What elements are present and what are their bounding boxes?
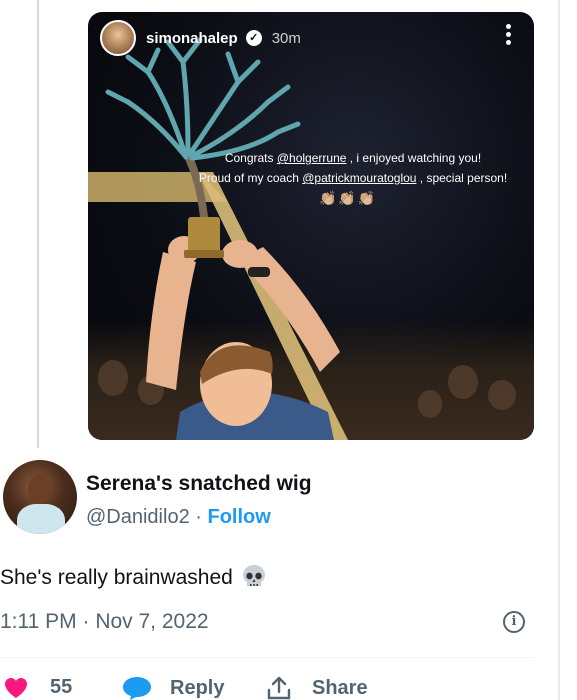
follow-button[interactable]: Follow xyxy=(207,506,270,528)
user-handle[interactable]: @Danidilo2 xyxy=(86,506,190,528)
thread-connector-line xyxy=(37,0,39,448)
mention-holgerrune: @holgerrune xyxy=(276,151,347,165)
trophy-and-player-illustration xyxy=(88,37,348,440)
story-caption: Congrats @holgerrune , i enjoyed watchin… xyxy=(198,151,508,185)
story-avatar[interactable] xyxy=(100,20,136,56)
share-icon xyxy=(267,676,291,700)
reply-label: Reply xyxy=(170,676,225,699)
handle-row: @Danidilo2 · Follow xyxy=(86,506,271,528)
like-count: 55 xyxy=(50,676,73,698)
story-image[interactable]: simonahalep ✓ 30m Congrats @holgerrune ,… xyxy=(88,12,534,440)
story-time: 30m xyxy=(271,29,301,47)
clapping-hands-emoji: 👏🏼👏🏼👏🏼 xyxy=(319,190,378,206)
reply-button[interactable]: Reply xyxy=(122,676,224,700)
column-border xyxy=(558,0,560,700)
tweet-text: She's really brainwashed xyxy=(0,564,267,590)
heart-icon xyxy=(5,677,27,698)
mention-patrickmouratoglou: @patrickmouratoglou xyxy=(302,171,417,185)
more-options-icon[interactable] xyxy=(506,24,512,50)
info-icon[interactable]: i xyxy=(503,611,525,633)
reply-bubble-icon xyxy=(123,677,151,700)
story-header: simonahalep ✓ 30m xyxy=(100,20,301,56)
story-username[interactable]: simonahalep xyxy=(146,30,238,47)
tweet-timestamp[interactable]: 1:11 PM · Nov 7, 2022 xyxy=(0,610,209,634)
share-button[interactable]: Share xyxy=(266,676,368,700)
share-label: Share xyxy=(312,676,368,699)
skull-emoji-icon xyxy=(242,565,265,586)
divider xyxy=(0,657,534,658)
verified-badge-icon: ✓ xyxy=(245,30,262,46)
display-name[interactable]: Serena's snatched wig xyxy=(86,472,312,496)
avatar[interactable] xyxy=(3,460,77,534)
action-bar: 55 Reply Share xyxy=(0,676,560,700)
like-button[interactable]: 55 xyxy=(4,676,72,699)
